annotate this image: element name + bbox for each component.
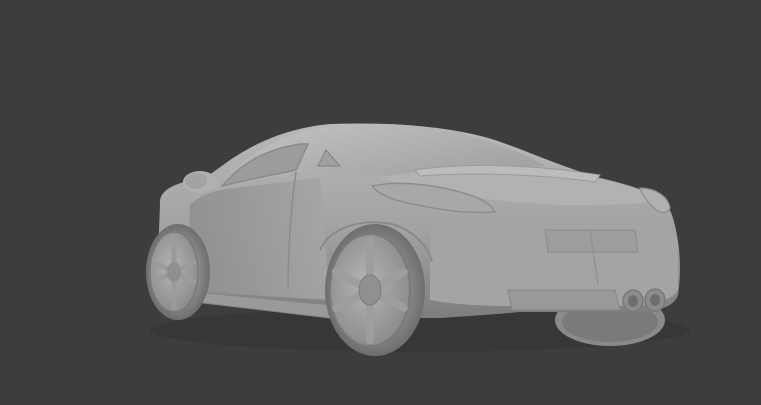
front-left-wheel xyxy=(146,224,210,320)
side-panel xyxy=(189,178,330,300)
car-model-render[interactable] xyxy=(0,0,761,405)
side-mirror xyxy=(183,171,217,193)
rear-left-wheel xyxy=(325,224,425,356)
3d-viewport[interactable] xyxy=(0,0,761,405)
rear-diffuser xyxy=(507,289,621,311)
